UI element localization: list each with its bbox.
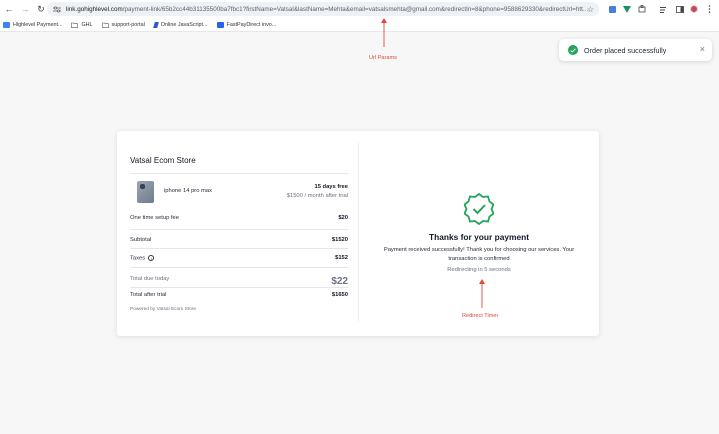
total-due-label: Total due today [130,275,170,282]
reload-icon[interactable]: ↻ [34,2,48,16]
redirect-timer-annotation: Redirect Timer [462,313,499,319]
back-arrow-icon[interactable]: ← [2,2,16,16]
bookmark-folder[interactable]: support-portal [101,21,145,28]
divider [130,287,348,288]
redirect-countdown: Redirecting in 5 seconds [447,267,511,273]
taxes-value: $152 [335,255,348,262]
product-image [137,181,154,203]
url-host: link.gohighlevel.com [66,5,123,13]
fastpay-favicon-icon [216,21,224,28]
bookmark-label: GHL [81,21,93,28]
close-icon[interactable]: × [700,44,705,54]
javascript-favicon-icon [152,21,159,28]
divider [130,248,348,249]
setup-fee-label: One time setup fee [130,215,179,221]
taxes-label: Taxes [130,255,146,262]
store-name: Vatsal Ecom Store [130,156,196,165]
bookmark-label: support-portal [111,21,145,28]
media-controls-icon[interactable] [659,4,669,14]
bookmark-label: Highlevel Payment... [13,21,63,28]
bookmark-folder[interactable]: GHL [71,21,93,28]
total-due-value: $22 [331,276,348,287]
profile-avatar-icon[interactable] [689,4,699,14]
url-path: /payment-link/65b2cc44b31135500ba7fbc1?f… [122,5,589,13]
powered-by: Powered by Vatsal Ecom Store [130,307,197,312]
setup-fee-value: $20 [338,215,348,221]
bookmark-item[interactable]: Highlevel Payment... [3,21,63,28]
payment-card: Vatsal Ecom Store iphone 14 pro max 15 d… [117,131,599,336]
subtotal-value: $1520 [331,237,348,243]
total-after-trial-label: Total after trial [130,292,167,298]
url-params-annotation: Url Params [369,55,397,61]
extension-vpn-icon[interactable] [622,4,632,14]
folder-icon [101,22,109,28]
trial-subtext: $1500 / month after trial [286,193,348,199]
bookmark-item[interactable]: Online JavaScript... [152,21,208,28]
confirmation-title: Thanks for your payment [428,232,530,242]
browser-toolbar: ← → ↻ link.gohighlevel.com/payment-link/… [0,0,719,18]
check-circle-icon [568,45,578,55]
success-badge-icon [464,193,494,225]
side-panel-icon[interactable] [675,4,685,14]
trial-label: 15 days free [314,184,348,190]
bookmark-label: Online JavaScript... [160,21,208,28]
divider [130,229,348,230]
total-after-trial-value: $1650 [331,292,348,298]
order-summary: Vatsal Ecom Store iphone 14 pro max 15 d… [130,131,351,336]
bookmarks-bar: Highlevel Payment... GHL support-portal … [0,18,719,32]
highlevel-favicon-icon [3,21,10,28]
folder-icon [71,22,79,28]
bookmark-star-icon[interactable]: ☆ [587,5,594,14]
success-toast: Order placed successfully × [559,39,712,61]
divider [130,267,348,268]
site-settings-icon[interactable] [53,5,61,13]
kebab-menu-icon[interactable] [704,4,714,14]
bookmark-item[interactable]: FastPayDirect invo... [216,21,277,28]
toast-message: Order placed successfully [584,45,667,55]
info-icon[interactable]: i [148,255,155,261]
redirect-timer-arrow-icon [479,279,485,308]
bookmark-label: FastPayDirect invo... [226,21,277,28]
subtotal-label: Subtotal [130,237,152,243]
divider [130,173,348,174]
address-bar[interactable]: link.gohighlevel.com/payment-link/65b2cc… [47,2,599,16]
extension-blue-icon[interactable] [607,4,617,14]
url-params-arrow-icon [381,18,387,47]
extensions-puzzle-icon[interactable] [637,4,647,14]
confirmation-message: Payment received successfully! Thank you… [383,247,575,262]
forward-arrow-icon[interactable]: → [18,2,32,16]
